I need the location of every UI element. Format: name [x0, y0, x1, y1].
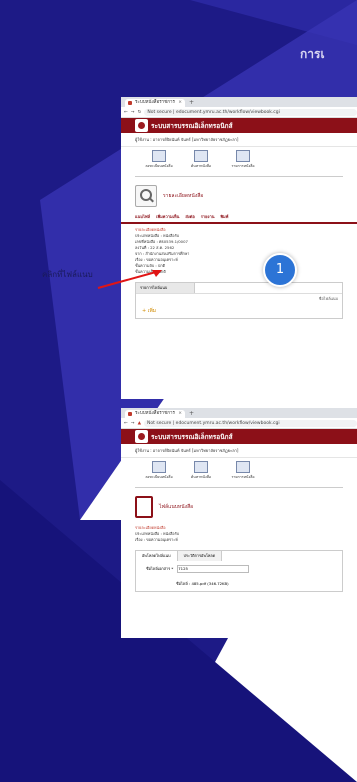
attachment-table: รายการไฟล์แนบ ชื่อไฟล์แนบ + เพิ่ม: [135, 282, 343, 319]
register-book-button[interactable]: ลงทะเบียนหนังสือ: [141, 461, 177, 480]
app-logo-icon: [135, 430, 148, 443]
warning-icon: ▲: [137, 420, 142, 426]
search-doc-icon: [194, 461, 208, 473]
filename-input[interactable]: 7125: [177, 565, 250, 573]
new-tab-icon[interactable]: +: [189, 98, 194, 107]
page-header: ไฟล์แนบหนังสือ: [121, 492, 357, 522]
address-bar[interactable]: ← → ▲ Not secure | edocument.ymru.ac.th/…: [121, 418, 357, 429]
reload-icon[interactable]: ↻: [138, 110, 142, 115]
page-title: รายละเอียดหนังสือ: [163, 193, 204, 199]
menu-print[interactable]: พิมพ์: [220, 213, 228, 220]
info-line: ชั้นความเร็ว : ปกติ: [135, 269, 166, 274]
add-attachment-button[interactable]: + เพิ่ม: [136, 304, 342, 318]
divider: [135, 176, 343, 177]
browser-tab[interactable]: ระบบหนังสือราชการ ×: [125, 99, 185, 107]
browser-tabbar: ระบบหนังสือราชการ × +: [121, 408, 357, 418]
nav-back-icon[interactable]: ←: [124, 421, 128, 426]
upload-tabs: อัพโหลดไฟล์แนบ ประวัติการอัพโหลด: [136, 551, 342, 561]
nav-forward-icon[interactable]: →: [131, 110, 135, 115]
magnifier-icon: [135, 185, 157, 207]
list-icon: [236, 461, 250, 473]
tab-history[interactable]: ประวัติการอัพโหลด: [177, 551, 223, 561]
callout-label: คลิกที่ไฟล์แนบ: [42, 270, 93, 279]
menu-report[interactable]: รายงาน: [201, 213, 215, 220]
list-icon: [236, 150, 250, 162]
tab-upload[interactable]: อัพโหลดไฟล์แนบ: [136, 551, 178, 561]
menu-forward[interactable]: ส่งต่อ: [185, 213, 194, 220]
filename-field-row: ชื่อไฟล์เอกสาร * 7125: [136, 561, 342, 577]
page-title: ไฟล์แนบหนังสือ: [159, 504, 194, 510]
search-doc-icon: [194, 150, 208, 162]
filename-label: ชื่อไฟล์เอกสาร *: [146, 566, 174, 571]
slide-title: การเ: [300, 47, 325, 61]
browser-tab[interactable]: ระบบหนังสือราชการ ×: [125, 410, 185, 418]
favicon-icon: [128, 101, 132, 105]
divider: [135, 487, 343, 488]
user-line: ผู้ใช้งาน : อาจารย์ปิยนันท์ จันทร์ [มหาว…: [121, 444, 357, 458]
app-header: ระบบสารบรรณอิเล็กทรอนิกส์: [121, 118, 357, 133]
info-line: เรื่อง : ขอความอนุเคราะห์: [135, 537, 178, 542]
app-title: ระบบสารบรรณอิเล็กทรอนิกส์: [151, 121, 233, 130]
menu-attach-file[interactable]: แนบไฟล์: [135, 213, 150, 220]
app-header: ระบบสารบรรณอิเล็กทรอนิกส์: [121, 429, 357, 444]
url-field[interactable]: Not secure | edocument.ymru.ac.th/workfl…: [144, 419, 357, 427]
attachment-column: ชื่อไฟล์แนบ: [136, 293, 342, 304]
step-number-badge: 1: [263, 253, 297, 287]
upload-form: อัพโหลดไฟล์แนบ ประวัติการอัพโหลด ชื่อไฟล…: [135, 550, 343, 592]
page-header: รายละเอียดหนังสือ: [121, 181, 357, 211]
address-bar[interactable]: ← → ↻ Not secure | edocument.ymru.ac.th/…: [121, 107, 357, 118]
search-book-button[interactable]: ค้นหาหนังสือ: [183, 150, 219, 169]
inbox-icon: [152, 150, 166, 162]
favicon-icon: [128, 412, 132, 416]
search-book-button[interactable]: ค้นหาหนังสือ: [183, 461, 219, 480]
callout-arrow-icon: [97, 270, 162, 289]
browser-tabbar: ระบบหนังสือราชการ × +: [121, 97, 357, 107]
nav-back-icon[interactable]: ←: [124, 110, 128, 115]
inbox-icon: [152, 461, 166, 473]
url-field[interactable]: Not secure | edocument.ymru.ac.th/workfl…: [144, 108, 357, 116]
app-toolbar: ลงทะเบียนหนังสือ ค้นหาหนังสือ รายการหนัง…: [121, 458, 357, 483]
screenshot-attach-file: ระบบหนังสือราชการ × + ← → ▲ Not secure |…: [121, 408, 357, 638]
book-list-button[interactable]: รายการหนังสือ: [225, 461, 261, 480]
document-icon: [135, 496, 153, 518]
close-tab-icon[interactable]: ×: [178, 99, 182, 107]
screenshot-book-detail: ระบบหนังสือราชการ × + ← → ↻ Not secure |…: [121, 97, 357, 399]
selected-file: ชื่อไฟล์ : 485.pdf (346.72KB): [176, 581, 229, 586]
book-list-button[interactable]: รายการหนังสือ: [225, 150, 261, 169]
close-tab-icon[interactable]: ×: [178, 410, 182, 418]
app-title: ระบบสารบรรณอิเล็กทรอนิกส์: [151, 432, 233, 441]
app-toolbar: ลงทะเบียนหนังสือ ค้นหาหนังสือ รายการหนัง…: [121, 147, 357, 172]
app-logo-icon: [135, 119, 148, 132]
new-tab-icon[interactable]: +: [189, 409, 194, 418]
register-book-button[interactable]: ลงทะเบียนหนังสือ: [141, 150, 177, 169]
nav-forward-icon[interactable]: →: [131, 421, 135, 426]
menu-add-comment[interactable]: เพิ่มความเห็น: [156, 213, 179, 220]
action-menu: แนบไฟล์ เพิ่มความเห็น ส่งต่อ รายงาน พิมพ…: [121, 211, 357, 224]
book-info: รายละเอียดหนังสือ ประเภทหนังสือ : หนังสื…: [121, 522, 357, 546]
user-line: ผู้ใช้งาน : อาจารย์ปิยนันท์ จันทร์ [มหาว…: [121, 133, 357, 147]
